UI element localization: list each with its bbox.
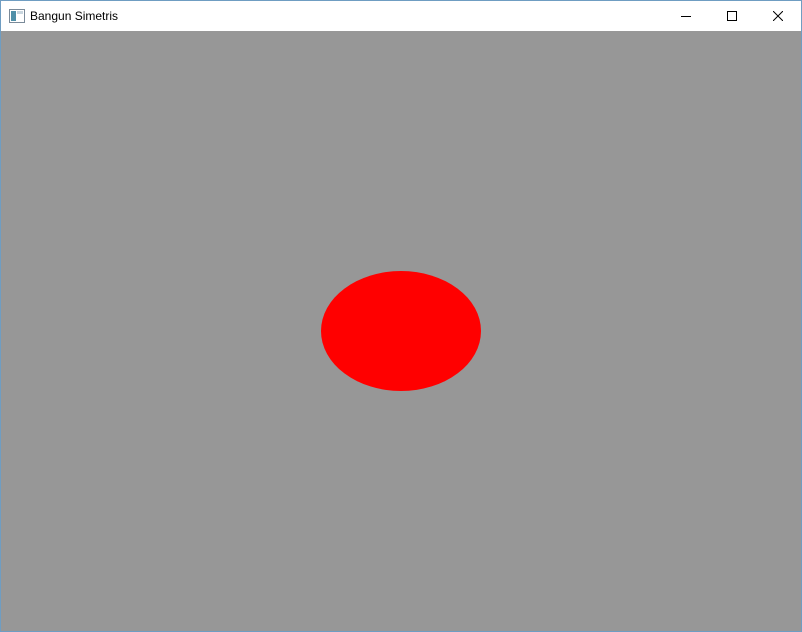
minimize-icon bbox=[681, 16, 691, 17]
close-icon bbox=[773, 11, 783, 21]
window-controls bbox=[663, 1, 801, 31]
app-window-icon bbox=[9, 8, 25, 24]
drawing-canvas[interactable] bbox=[1, 31, 801, 631]
app-window: Bangun Simetris bbox=[0, 0, 802, 632]
maximize-button[interactable] bbox=[709, 1, 755, 31]
window-title: Bangun Simetris bbox=[30, 9, 119, 23]
minimize-button[interactable] bbox=[663, 1, 709, 31]
maximize-icon bbox=[727, 11, 737, 21]
title-bar[interactable]: Bangun Simetris bbox=[1, 1, 801, 31]
close-button[interactable] bbox=[755, 1, 801, 31]
red-ellipse bbox=[321, 271, 481, 391]
